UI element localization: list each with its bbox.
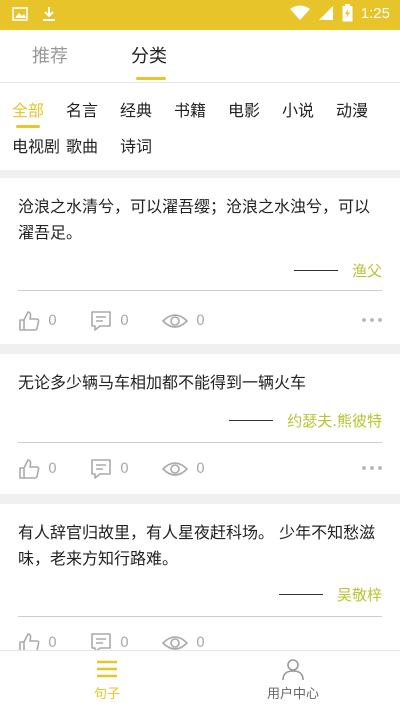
tab-recommend[interactable]: 推荐: [32, 42, 68, 68]
category-indicator: [16, 125, 40, 128]
quote-text: 有人辞官归故里，有人星夜赶科场。 少年不知愁滋味，老来方知行路难。: [18, 523, 376, 568]
category-quotes[interactable]: 名言: [66, 97, 98, 121]
bottom-nav: 句子 用户中心: [0, 650, 400, 710]
view-count: 0: [196, 313, 205, 329]
tab-indicator: [136, 77, 166, 80]
category-tv[interactable]: 电视剧: [12, 133, 60, 157]
like-button[interactable]: 0: [18, 458, 57, 480]
tab-category[interactable]: 分类: [131, 42, 167, 68]
status-bar: 1:25: [0, 0, 400, 30]
category-poetry[interactable]: 诗词: [120, 133, 152, 157]
more-icon[interactable]: [362, 466, 382, 470]
view-count: 0: [196, 635, 205, 651]
quote-card[interactable]: 无论多少辆马车相加都不能得到一辆火车 约瑟夫.熊彼特 0 0 0: [0, 354, 400, 494]
view-button[interactable]: 0: [162, 310, 205, 332]
view-count: 0: [196, 461, 205, 477]
card-actions: 0 0 0: [18, 458, 382, 482]
category-books[interactable]: 书籍: [174, 97, 206, 121]
wifi-icon: [289, 5, 310, 20]
category-classic[interactable]: 经典: [120, 97, 152, 121]
author-dash: [278, 594, 323, 595]
card-actions: 0 0 0: [18, 310, 382, 334]
author-dash: [229, 420, 274, 421]
image-notification-icon: [12, 7, 28, 21]
nav-sentences[interactable]: 句子: [57, 657, 157, 702]
category-movies[interactable]: 电影: [228, 97, 260, 121]
signal-icon: [318, 6, 333, 20]
list-icon: [97, 660, 117, 678]
user-icon: [282, 659, 304, 681]
nav-user-center[interactable]: 用户中心: [243, 657, 343, 702]
like-count: 0: [48, 635, 57, 651]
quote-text: 沧浪之水清兮，可以濯吾缨；沧浪之水浊兮，可以濯吾足。: [18, 197, 371, 242]
author-dash: [293, 270, 338, 271]
battery-icon: [342, 4, 353, 22]
comment-count: 0: [120, 313, 129, 329]
category-all[interactable]: 全部: [12, 97, 44, 121]
thumbs-up-icon: [19, 459, 40, 479]
nav-user-center-label: 用户中心: [266, 687, 319, 702]
quote-card[interactable]: 有人辞官归故里，有人星夜赶科场。 少年不知愁滋味，老来方知行路难。 吴敬梓 0 …: [0, 504, 400, 653]
nav-sentences-label: 句子: [93, 687, 120, 702]
card-divider: [18, 290, 382, 291]
like-count: 0: [48, 461, 57, 477]
more-icon[interactable]: [362, 318, 382, 322]
like-count: 0: [48, 313, 57, 329]
card-divider: [18, 442, 382, 443]
comment-button[interactable]: 0: [90, 310, 129, 332]
quote-author[interactable]: 渔父: [352, 260, 382, 281]
like-button[interactable]: 0: [18, 310, 57, 332]
eye-icon: [162, 462, 188, 476]
card-divider: [18, 616, 382, 617]
quote-text: 无论多少辆马车相加都不能得到一辆火车: [18, 373, 307, 392]
comment-count: 0: [120, 461, 129, 477]
quote-author[interactable]: 吴敬梓: [337, 584, 382, 605]
thumbs-up-icon: [19, 311, 40, 331]
comment-icon: [91, 459, 111, 479]
view-button[interactable]: 0: [162, 458, 205, 480]
top-tab-bar: 推荐 分类: [0, 30, 400, 82]
category-bar: 全部 名言 经典 书籍 电影 小说 动漫 电视剧 歌曲 诗词: [0, 82, 400, 170]
quote-card[interactable]: 沧浪之水清兮，可以濯吾缨；沧浪之水浊兮，可以濯吾足。 渔父 0 0 0: [0, 178, 400, 344]
comment-icon: [91, 311, 111, 331]
comment-button[interactable]: 0: [90, 458, 129, 480]
category-novels[interactable]: 小说: [282, 97, 314, 121]
status-time: 1:25: [360, 4, 390, 22]
eye-icon: [162, 314, 188, 328]
quote-author[interactable]: 约瑟夫.熊彼特: [287, 410, 382, 431]
category-anime[interactable]: 动漫: [336, 97, 368, 121]
comment-count: 0: [120, 635, 129, 651]
category-songs[interactable]: 歌曲: [66, 133, 98, 157]
download-notification-icon: [43, 7, 55, 21]
